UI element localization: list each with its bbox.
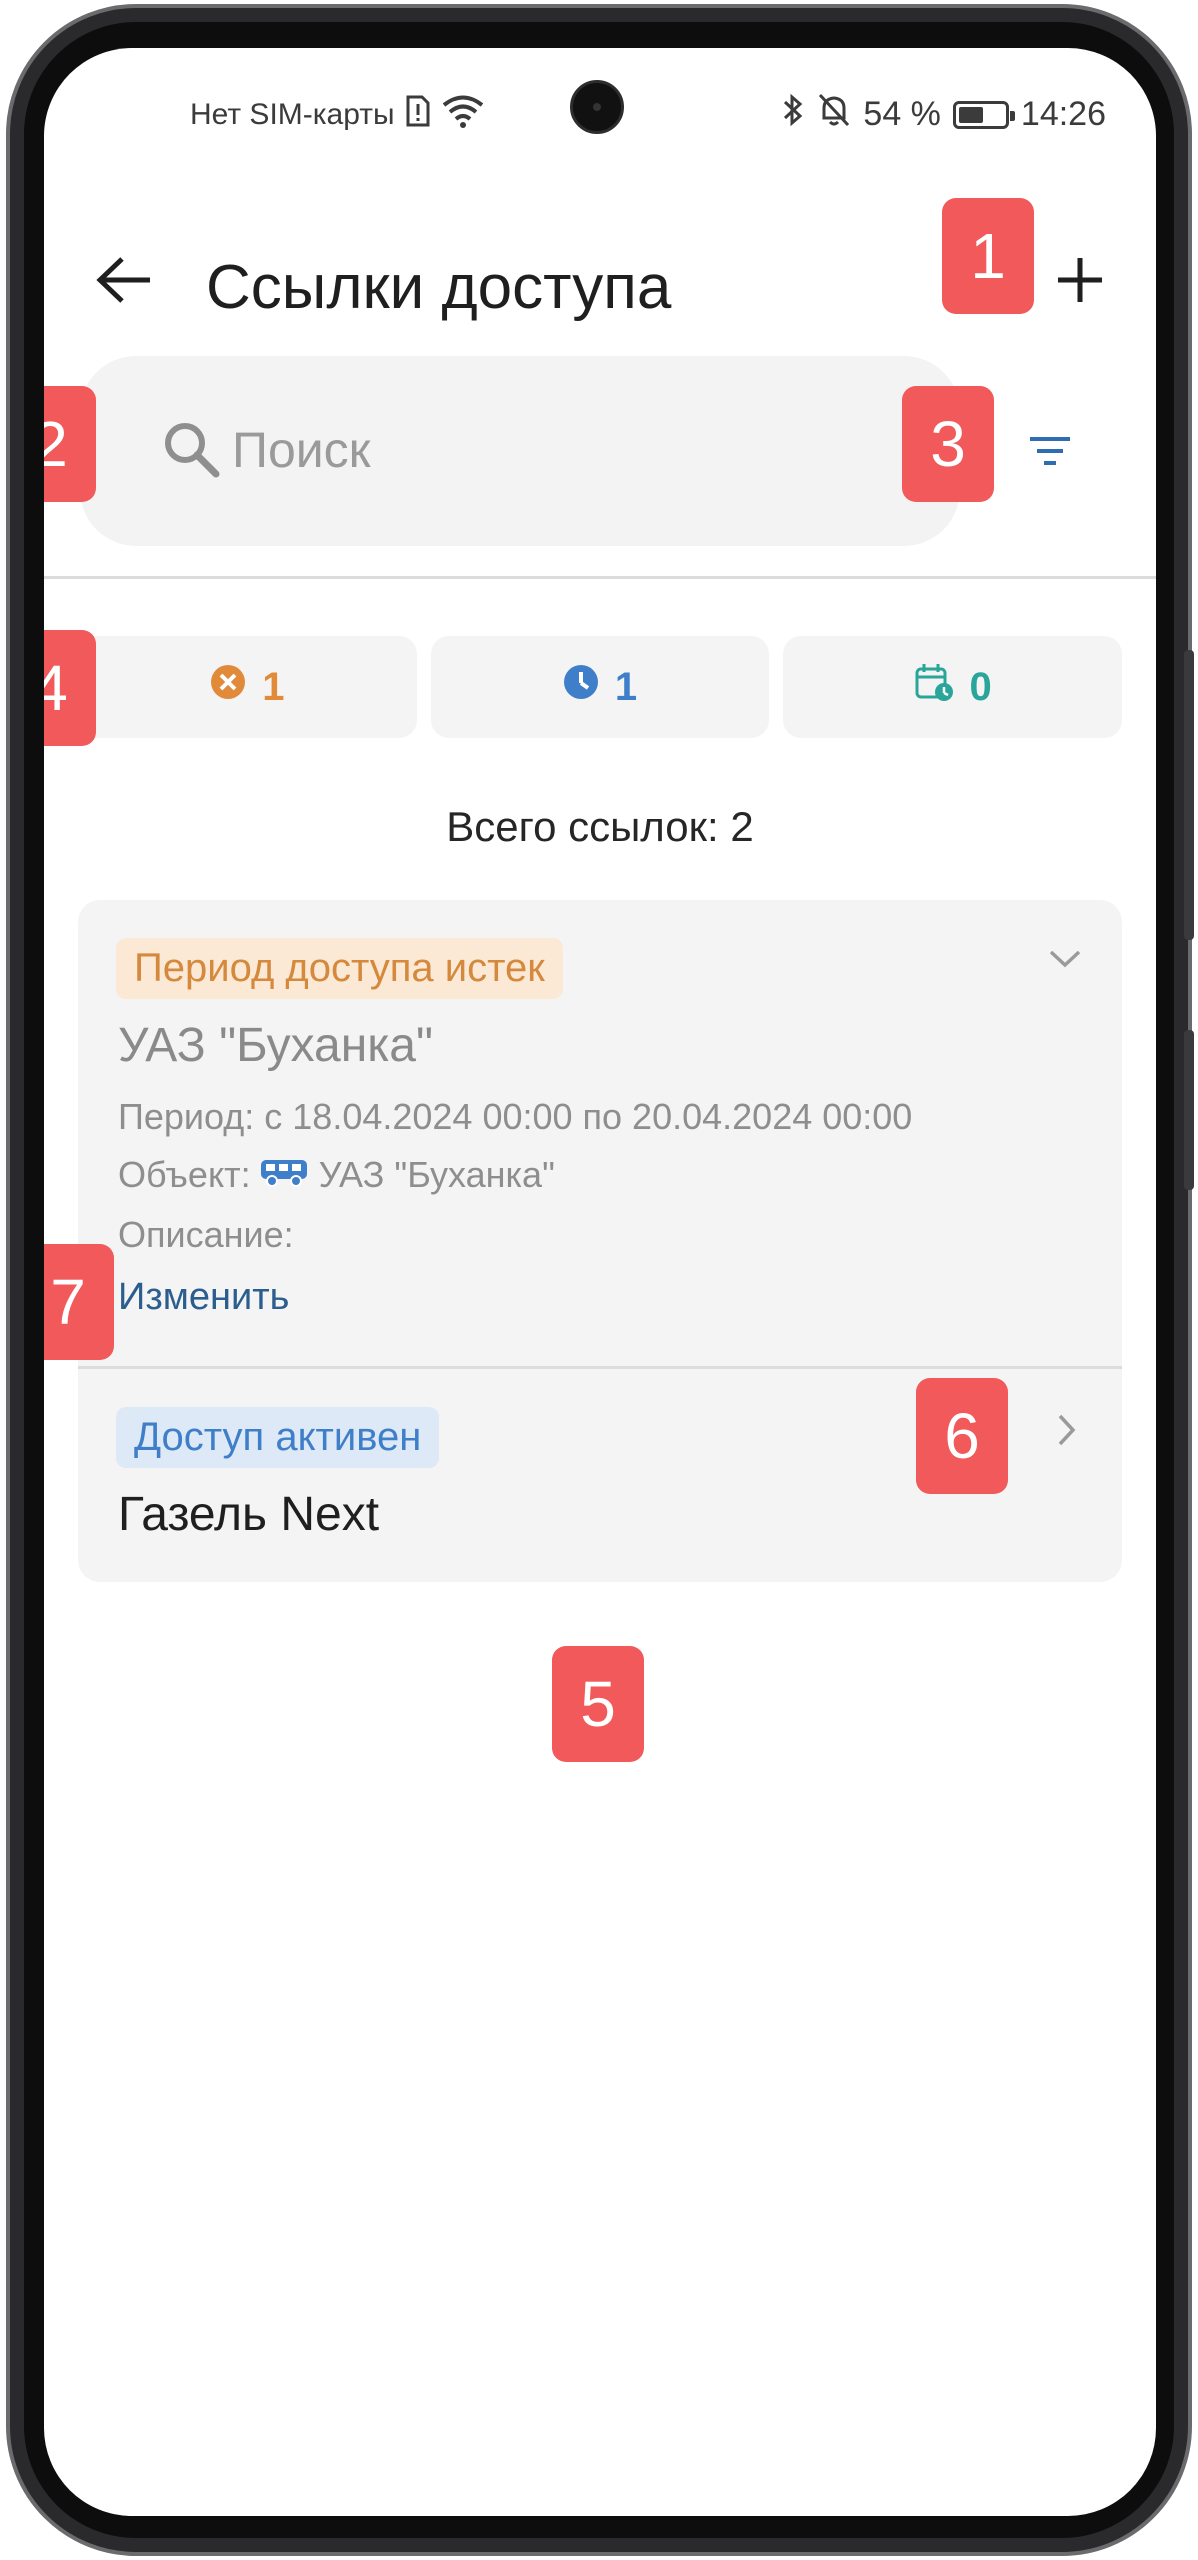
arrow-left-icon: [94, 255, 154, 310]
item-object-name: УАЗ "Буханка": [318, 1154, 555, 1195]
bell-muted-icon: [817, 92, 851, 137]
callout-2: 2: [44, 386, 96, 502]
search-icon: [162, 420, 220, 483]
status-left: Нет SIM-карты: [190, 94, 485, 136]
plus-icon: [1055, 255, 1105, 310]
status-right: 54 % 14:26: [781, 92, 1106, 137]
app-screen: Нет SIM-карты 54 % 14:26 Ссылки доступа …: [44, 48, 1156, 2516]
sim-status-text: Нет SIM-карты: [190, 98, 395, 131]
search-box: [80, 356, 960, 546]
calendar-clock-icon: [914, 662, 954, 712]
callout-6: 6: [916, 1378, 1008, 1494]
item-description: Описание:: [118, 1214, 294, 1256]
bluetooth-icon: [781, 92, 805, 137]
item-name: УАЗ "Буханка": [118, 1019, 434, 1072]
item-name: Газель Next: [118, 1488, 380, 1541]
item-object-label: Объект:: [118, 1154, 251, 1195]
battery-icon: [952, 100, 1015, 129]
counter-expired-value: 1: [262, 664, 285, 709]
clock-time: 14:26: [1020, 95, 1106, 133]
callout-7: 7: [44, 1244, 114, 1360]
front-camera: [570, 80, 624, 134]
callout-1: 1: [942, 198, 1034, 314]
counter-scheduled-value: 0: [969, 664, 992, 709]
edit-link[interactable]: Изменить: [118, 1276, 289, 1319]
chevron-right-icon[interactable]: [1056, 1413, 1078, 1452]
status-badge: Период доступа истек: [116, 938, 563, 999]
wifi-icon: [441, 94, 485, 136]
total-links-count: Всего ссылок: 2: [446, 803, 754, 850]
counter-active[interactable]: 1: [430, 636, 770, 738]
power-button: [1184, 1030, 1194, 1190]
header-divider: [44, 576, 1156, 579]
filter-button[interactable]: [1010, 414, 1090, 494]
page-title: Ссылки доступа: [206, 253, 672, 322]
item-period: Период: с 18.04.2024 00:00 по 20.04.2024…: [118, 1096, 912, 1138]
counter-active-value: 1: [614, 664, 638, 709]
back-button[interactable]: [84, 242, 164, 322]
clock-icon: [563, 664, 599, 710]
search-input[interactable]: [230, 410, 930, 490]
item-period-text: Период: с 18.04.2024 00:00 по 20.04.2024…: [118, 1096, 913, 1137]
sim-alert-icon: [405, 95, 431, 135]
chevron-down-icon[interactable]: [1048, 948, 1082, 975]
counter-scheduled[interactable]: 0: [783, 636, 1123, 738]
counter-expired[interactable]: 1: [78, 636, 417, 738]
status-badge: Доступ активен: [116, 1407, 440, 1468]
add-link-button[interactable]: [1040, 242, 1120, 322]
status-counters: 1 1 0: [78, 636, 1123, 738]
callout-5: 5: [552, 1646, 644, 1762]
filter-icon: [1028, 435, 1072, 474]
callout-4: 4: [44, 630, 96, 746]
x-circle-icon: [210, 664, 246, 710]
item-object: Объект: УАЗ "Буханка": [118, 1154, 555, 1196]
status-bar: Нет SIM-карты 54 % 14:26: [44, 48, 1156, 168]
bus-icon: [259, 1154, 311, 1196]
battery-percent: 54 %: [863, 95, 941, 133]
battery-fill: [958, 106, 983, 123]
callout-3: 3: [902, 386, 994, 502]
item-description-label: Описание:: [118, 1214, 294, 1255]
volume-button: [1184, 650, 1194, 940]
list-item[interactable]: Период доступа истек УАЗ "Буханка" Перио…: [78, 900, 1122, 1366]
